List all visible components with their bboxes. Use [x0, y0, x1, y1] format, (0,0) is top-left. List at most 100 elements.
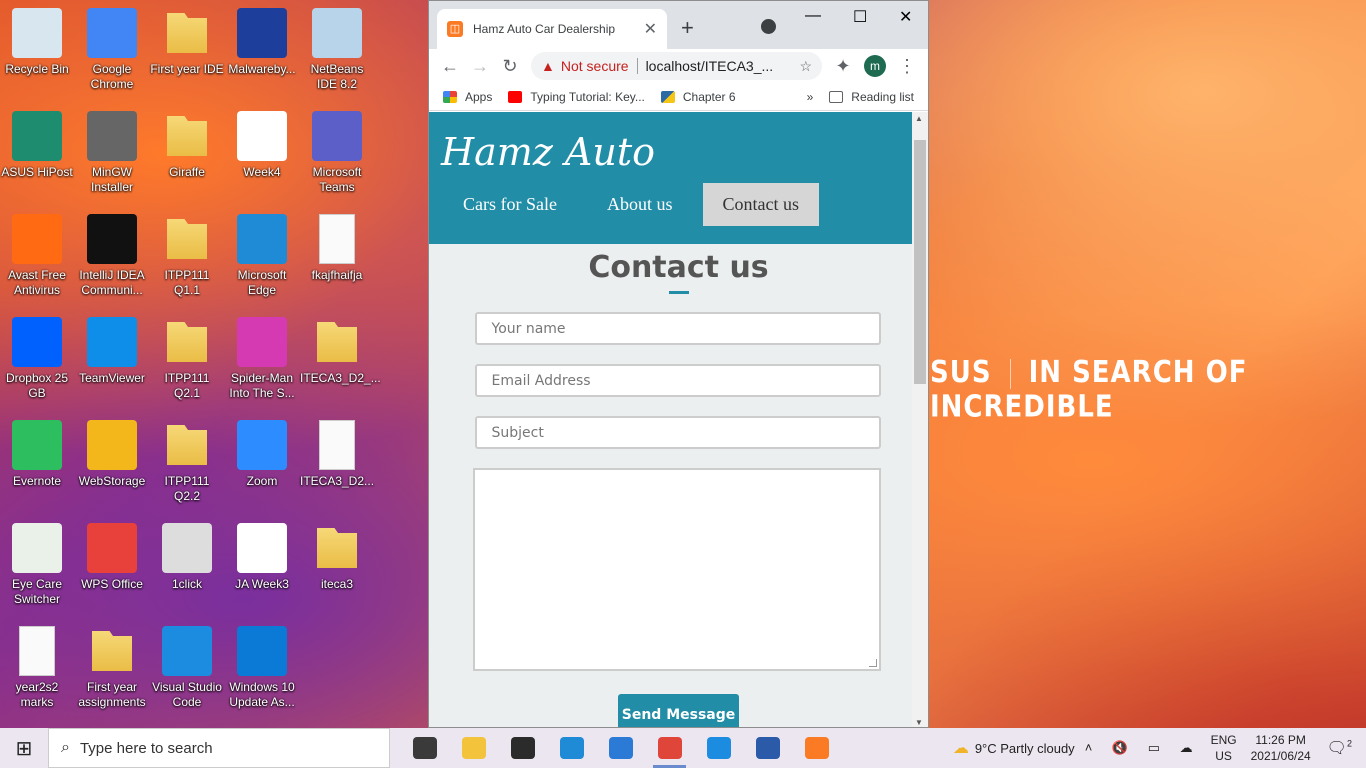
- desktop-icon[interactable]: Zoom: [225, 420, 299, 489]
- desktop-icon[interactable]: TeamViewer: [75, 317, 149, 386]
- desktop-icon[interactable]: year2s2 marks: [0, 626, 74, 710]
- desktop-icon[interactable]: Windows 10 Update As...: [225, 626, 299, 710]
- subject-field[interactable]: Subject: [474, 416, 881, 449]
- address-bar[interactable]: ▲ Not secure localhost/ITECA3_... ☆: [531, 52, 822, 80]
- desktop-icon[interactable]: Evernote: [0, 420, 74, 489]
- taskbar-chrome-button[interactable]: [645, 728, 694, 768]
- maximize-button[interactable]: ☐: [853, 7, 867, 27]
- reload-icon[interactable]: ↻: [495, 56, 525, 77]
- desktop-icon[interactable]: ASUS HiPost: [0, 111, 74, 180]
- profile-avatar[interactable]: m: [864, 55, 886, 77]
- taskbar-mail-button[interactable]: [596, 728, 645, 768]
- taskbar-edge-button[interactable]: [547, 728, 596, 768]
- folder-icon: [167, 322, 207, 362]
- tab-hamz-auto[interactable]: ◫ Hamz Auto Car Dealership ✕: [437, 9, 667, 49]
- desktop-icon-label: First year IDE: [150, 62, 224, 76]
- desktop-icon[interactable]: First year IDE: [150, 8, 224, 77]
- notification-center-icon[interactable]: 🗨2: [1327, 738, 1352, 758]
- desktop-icon-label: Recycle Bin: [5, 62, 69, 76]
- taskbar-xampp-button[interactable]: [792, 728, 841, 768]
- nav-about-us[interactable]: About us: [587, 183, 693, 226]
- site-logo[interactable]: Hamz Auto: [441, 130, 655, 174]
- desktop-icon[interactable]: Dropbox 25 GB: [0, 317, 74, 401]
- edge-icon: [237, 214, 287, 264]
- tab-search-icon[interactable]: [761, 19, 776, 34]
- desktop-icon-label: WebStorage: [78, 474, 146, 488]
- send-message-button[interactable]: Send Message: [618, 694, 739, 727]
- nav-cars-for-sale[interactable]: Cars for Sale: [443, 183, 577, 226]
- taskbar-vscode-button[interactable]: [694, 728, 743, 768]
- nav-contact-us[interactable]: Contact us: [702, 183, 819, 226]
- taskbar-search[interactable]: ⌕ Type here to search: [48, 728, 390, 768]
- name-field[interactable]: Your name: [474, 312, 881, 345]
- desktop-icon[interactable]: First year assignments: [75, 626, 149, 710]
- windows-start-icon[interactable]: ⊞: [0, 736, 48, 761]
- taskbar-file-explorer-button[interactable]: [449, 728, 498, 768]
- desktop-icon[interactable]: Microsoft Teams: [300, 111, 374, 195]
- new-tab-button[interactable]: +: [681, 15, 694, 41]
- system-tray: ☁ 9°C Partly cloudy ˄ 🔇 ▭ ☁ ENG US 11:26…: [953, 732, 1366, 764]
- folder-icon: [167, 13, 207, 53]
- desktop-icon[interactable]: Google Chrome: [75, 8, 149, 92]
- bookmark-typing-tutorial[interactable]: Typing Tutorial: Key...: [508, 90, 645, 104]
- desktop-icon[interactable]: Recycle Bin: [0, 8, 74, 77]
- desktop-icon[interactable]: fkajfhaifja: [300, 214, 374, 283]
- desktop-icon[interactable]: Spider-Man Into The S...: [225, 317, 299, 401]
- taskbar-task-view-button[interactable]: [400, 728, 449, 768]
- desktop-icon[interactable]: ITPP111 Q2.1: [150, 317, 224, 401]
- email-field[interactable]: Email Address: [474, 364, 881, 397]
- bookmark-star-icon[interactable]: ☆: [799, 58, 812, 75]
- desktop-icon[interactable]: iteca3: [300, 523, 374, 592]
- scroll-down-arrow-icon[interactable]: ▼: [915, 718, 923, 727]
- tab-bar: ◫ Hamz Auto Car Dealership ✕ + — ☐ ✕: [429, 1, 928, 49]
- desktop-icon[interactable]: Avast Free Antivirus: [0, 214, 74, 298]
- desktop-icon-label: First year assignments: [78, 680, 146, 709]
- desktop-icon[interactable]: WebStorage: [75, 420, 149, 489]
- desktop-icon[interactable]: JA Week3: [225, 523, 299, 592]
- weather-text[interactable]: 9°C Partly cloudy: [975, 741, 1075, 756]
- back-arrow-icon[interactable]: ←: [435, 56, 465, 77]
- desktop-icon[interactable]: Eye Care Switcher: [0, 523, 74, 607]
- desktop-icon[interactable]: ITPP111 Q1.1: [150, 214, 224, 298]
- desktop-icon[interactable]: Week4: [225, 111, 299, 180]
- resize-grip-icon[interactable]: [868, 659, 877, 667]
- menu-kebab-icon[interactable]: ⋮: [892, 56, 922, 77]
- extensions-puzzle-icon[interactable]: ✦: [828, 56, 858, 77]
- tab-close-icon[interactable]: ✕: [644, 19, 657, 39]
- desktop-icon[interactable]: ITECA3_D2...: [300, 420, 374, 489]
- taskbar-word-button[interactable]: [743, 728, 792, 768]
- desktop-icon[interactable]: Malwareby...: [225, 8, 299, 77]
- message-textarea[interactable]: [472, 468, 881, 671]
- desktop-icon-label: IntelliJ IDEA Communi...: [79, 268, 145, 297]
- desktop-icon-label: Dropbox 25 GB: [5, 371, 69, 400]
- desktop-icon[interactable]: WPS Office: [75, 523, 149, 592]
- tray-icons[interactable]: ˄ 🔇 ▭ ☁: [1085, 740, 1201, 756]
- bookmark-apps[interactable]: Apps: [443, 90, 492, 104]
- reading-list-button[interactable]: Reading list: [829, 90, 914, 104]
- security-label[interactable]: Not secure: [561, 58, 629, 74]
- desktop-icon[interactable]: ITECA3_D2_...: [300, 317, 381, 386]
- minimize-button[interactable]: —: [805, 7, 821, 25]
- language-indicator[interactable]: ENG US: [1211, 732, 1237, 764]
- desktop-icon[interactable]: 1click: [150, 523, 224, 592]
- clock[interactable]: 11:26 PM 2021/06/24: [1251, 732, 1311, 764]
- desktop-icon[interactable]: IntelliJ IDEA Communi...: [75, 214, 149, 298]
- desktop-icon[interactable]: NetBeans IDE 8.2: [300, 8, 374, 92]
- forward-arrow-icon[interactable]: →: [465, 56, 495, 77]
- taskbar-store-button[interactable]: [498, 728, 547, 768]
- desktop-icon[interactable]: MinGW Installer: [75, 111, 149, 195]
- bookmarks-overflow-icon[interactable]: »: [807, 90, 814, 104]
- desktop-icon[interactable]: Visual Studio Code: [150, 626, 224, 710]
- desktop-icon[interactable]: ITPP111 Q2.2: [150, 420, 224, 504]
- weather-icon[interactable]: ☁: [953, 738, 969, 758]
- scrollbar-thumb[interactable]: [914, 140, 926, 384]
- close-window-button[interactable]: ✕: [899, 7, 912, 27]
- page-scrollbar[interactable]: ▲ ▼: [912, 112, 928, 727]
- desktop-icon[interactable]: Giraffe: [150, 111, 224, 180]
- bookmark-chapter-6[interactable]: Chapter 6: [660, 90, 736, 104]
- desktop-icon-label: ASUS HiPost: [1, 165, 73, 179]
- scroll-up-arrow-icon[interactable]: ▲: [915, 114, 923, 123]
- desktop-icon[interactable]: Microsoft Edge: [225, 214, 299, 298]
- taskbar: ⊞ ⌕ Type here to search ☁ 9°C Partly clo…: [0, 728, 1366, 768]
- url-text[interactable]: localhost/ITECA3_...: [646, 58, 774, 74]
